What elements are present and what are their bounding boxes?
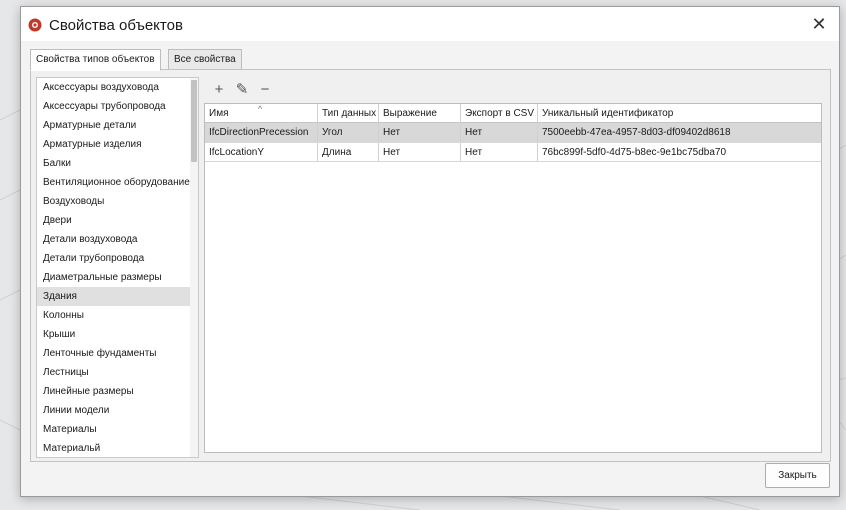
add-property-icon[interactable]: + — [211, 82, 227, 98]
object-properties-dialog: Свойства объектов ✕ Свойства типов объек… — [20, 6, 840, 497]
column-header-data-type[interactable]: Тип данных — [318, 104, 379, 123]
tab-all-properties[interactable]: Все свойства — [168, 49, 242, 70]
list-item[interactable]: Лестницы — [37, 363, 193, 382]
cell-name: IfcLocationY — [205, 143, 318, 162]
cell-expression: Нет — [379, 143, 461, 162]
title-bar: Свойства объектов ✕ — [21, 7, 839, 41]
cell-export-csv: Нет — [461, 123, 538, 142]
list-item[interactable]: Двери — [37, 211, 193, 230]
list-item[interactable]: Балки — [37, 154, 193, 173]
list-item[interactable]: Колонны — [37, 306, 193, 325]
column-header-name[interactable]: Имя ^ — [205, 104, 318, 123]
list-item[interactable]: Крыши — [37, 325, 193, 344]
list-item[interactable]: Линейные размеры — [37, 382, 193, 401]
list-item[interactable]: Ленточные фундаменты — [37, 344, 193, 363]
list-item[interactable]: Аксессуары трубопровода — [37, 97, 193, 116]
table-row[interactable]: IfcDirectionPrecession Угол Нет Нет 7500… — [205, 123, 821, 143]
object-type-list[interactable]: Аксессуары воздуховода Аксессуары трубоп… — [36, 77, 199, 458]
list-item[interactable]: Вентиляционное оборудование — [37, 173, 193, 192]
window-title: Свойства объектов — [49, 17, 183, 34]
cell-data-type: Длина — [318, 143, 379, 162]
scrollbar-thumb[interactable] — [191, 80, 197, 162]
column-header-unique-id[interactable]: Уникальный идентификатор — [538, 104, 821, 123]
app-logo-icon — [28, 18, 42, 32]
edit-property-icon[interactable]: ✎ — [234, 82, 250, 98]
properties-table: Имя ^ Тип данных Выражение Экспорт в CSV… — [204, 103, 822, 453]
list-item[interactable]: Линии модели — [37, 401, 193, 420]
list-item[interactable]: Детали воздуховода — [37, 230, 193, 249]
cell-expression: Нет — [379, 123, 461, 142]
list-item[interactable]: Материальй — [37, 439, 193, 457]
list-item-selected[interactable]: Здания — [37, 287, 193, 306]
column-header-expression[interactable]: Выражение — [379, 104, 461, 123]
list-item[interactable]: Арматурные детали — [37, 116, 193, 135]
remove-property-icon[interactable]: − — [257, 82, 273, 98]
cell-export-csv: Нет — [461, 143, 538, 162]
list-item[interactable]: Диаметральные размеры — [37, 268, 193, 287]
close-button[interactable]: Закрыть — [765, 463, 830, 488]
list-item[interactable]: Аксессуары воздуховода — [37, 78, 193, 97]
tab-panel: Аксессуары воздуховода Аксессуары трубоп… — [30, 69, 831, 462]
list-item[interactable]: Детали трубопровода — [37, 249, 193, 268]
column-header-export-csv[interactable]: Экспорт в CSV — [461, 104, 538, 123]
cell-unique-id: 7500eebb-47ea-4957-8d03-df09402d8618 — [538, 123, 821, 142]
window-close-button[interactable]: ✕ — [807, 13, 831, 35]
cell-unique-id: 76bc899f-5df0-4d75-b8ec-9e1bc75dba70 — [538, 143, 821, 162]
list-item[interactable]: Арматурные изделия — [37, 135, 193, 154]
list-item[interactable]: Воздуховоды — [37, 192, 193, 211]
list-scrollbar[interactable] — [190, 78, 198, 457]
tab-object-type-properties[interactable]: Свойства типов объектов — [30, 49, 161, 71]
cell-name: IfcDirectionPrecession — [205, 123, 318, 142]
cell-data-type: Угол — [318, 123, 379, 142]
sort-ascending-icon: ^ — [258, 104, 263, 114]
column-header-label: Имя — [209, 108, 229, 119]
list-item[interactable]: Материалы — [37, 420, 193, 439]
table-row[interactable]: IfcLocationY Длина Нет Нет 76bc899f-5df0… — [205, 143, 821, 163]
